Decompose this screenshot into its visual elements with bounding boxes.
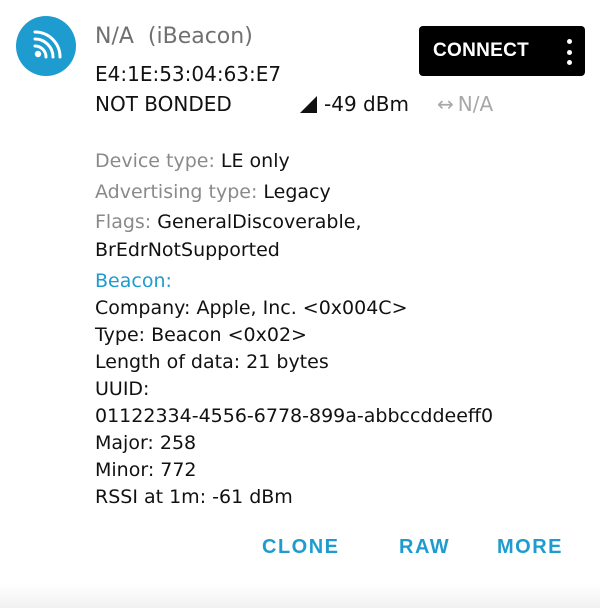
beacon-uuid-value: 01122334-4556-6778-899a-abbccddeeff0 xyxy=(95,405,494,427)
bond-state: NOT BONDED xyxy=(95,92,232,116)
connect-button[interactable]: CONNECT xyxy=(419,26,585,76)
more-button[interactable]: MORE xyxy=(497,536,563,559)
beacon-company: Company: Apple, Inc. <0x004C> xyxy=(95,297,408,319)
device-details: Device type: LE only Advertising type: L… xyxy=(95,148,575,511)
beacon-type: Type: Beacon <0x02> xyxy=(95,324,307,346)
card-bottom-divider xyxy=(0,584,600,608)
beacon-length: Length of data: 21 bytes xyxy=(95,351,329,373)
advertising-type-label: Advertising type: xyxy=(95,181,264,203)
beacon-header: Beacon: xyxy=(95,270,172,292)
clone-button[interactable]: CLONE xyxy=(262,536,340,559)
beacon-minor: Minor: 772 xyxy=(95,459,197,481)
beacon-uuid-label: UUID: xyxy=(95,378,150,400)
card-actions: CLONE RAW MORE xyxy=(0,536,600,568)
signal-strength-icon xyxy=(300,96,317,113)
rssi-value: -49 dBm xyxy=(324,92,409,116)
interval-value: N/A xyxy=(457,92,494,116)
device-avatar xyxy=(16,16,76,76)
advertising-interval: ↔ N/A xyxy=(437,92,493,116)
more-vert-icon[interactable] xyxy=(565,39,573,65)
device-card[interactable]: N/A (iBeacon) E4:1E:53:04:63:E7 NOT BOND… xyxy=(0,0,600,608)
flags-label: Flags: xyxy=(95,211,158,233)
device-title: N/A (iBeacon) xyxy=(95,24,253,49)
device-type-row: Device type: LE only xyxy=(95,148,575,175)
beacon-major: Major: 258 xyxy=(95,432,197,454)
broadcast-icon xyxy=(33,30,62,59)
flags-row: Flags: GeneralDiscoverable, BrEdrNotSupp… xyxy=(95,208,395,264)
device-mac-address: E4:1E:53:04:63:E7 xyxy=(95,62,282,86)
device-type-value: LE only xyxy=(220,150,290,172)
advertising-type-row: Advertising type: Legacy xyxy=(95,179,575,206)
device-type-label: Device type: xyxy=(95,150,221,172)
connect-button-label: CONNECT xyxy=(433,40,530,61)
rssi-indicator: -49 dBm xyxy=(298,92,409,116)
beacon-data: Company: Apple, Inc. <0x004C> Type: Beac… xyxy=(95,295,575,511)
interval-arrows-icon: ↔ xyxy=(437,92,454,116)
raw-button[interactable]: RAW xyxy=(399,536,450,559)
beacon-rssi-1m: RSSI at 1m: -61 dBm xyxy=(95,486,293,508)
advertising-type-value: Legacy xyxy=(263,181,331,203)
